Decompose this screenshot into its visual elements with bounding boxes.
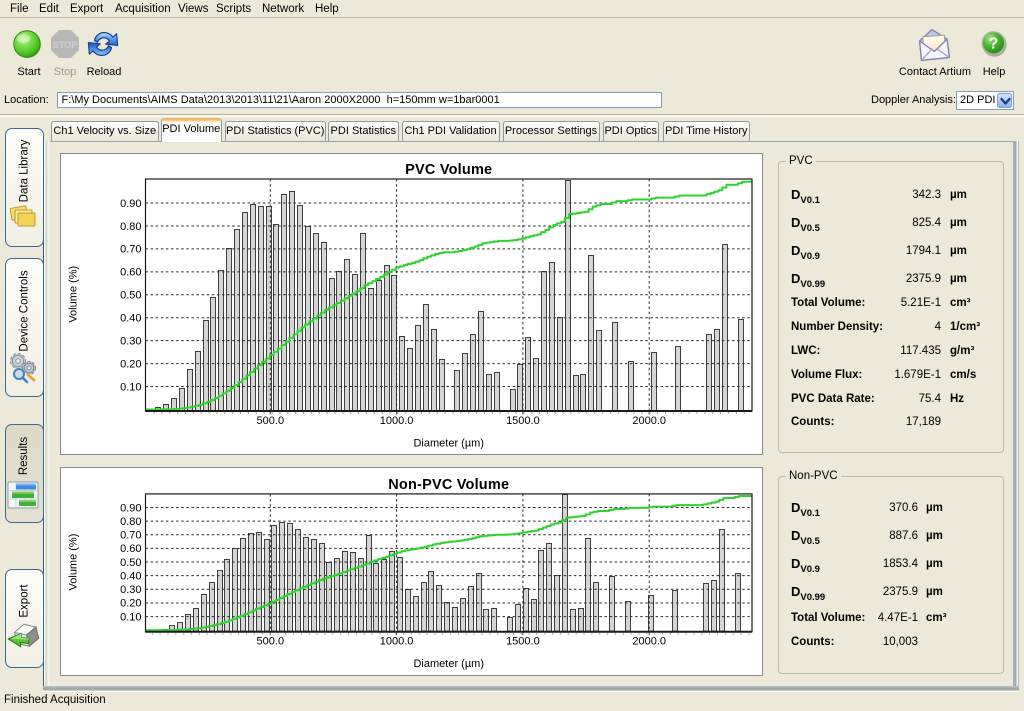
svg-text:0.30: 0.30 (120, 584, 141, 596)
svg-text:Volume (%): Volume (%) (68, 266, 80, 323)
svg-text:?: ? (989, 36, 999, 53)
svg-text:0.70: 0.70 (120, 244, 141, 256)
svg-text:0.30: 0.30 (120, 335, 141, 347)
svg-text:PVC Volume: PVC Volume (405, 162, 492, 178)
svg-text:0.20: 0.20 (120, 598, 141, 610)
svg-text:0.50: 0.50 (120, 290, 141, 302)
svg-text:Diameter (µm): Diameter (µm) (413, 438, 484, 450)
svg-text:1000.0: 1000.0 (380, 415, 414, 427)
svg-text:Diameter (µm): Diameter (µm) (413, 658, 484, 670)
svg-text:0.40: 0.40 (120, 570, 141, 582)
svg-text:0.60: 0.60 (120, 543, 141, 555)
svg-text:500.0: 500.0 (257, 415, 285, 427)
svg-text:0.50: 0.50 (120, 557, 141, 569)
svg-text:0.10: 0.10 (120, 381, 141, 393)
svg-text:0.90: 0.90 (120, 502, 141, 514)
svg-text:2000.0: 2000.0 (632, 636, 666, 648)
svg-text:1000.0: 1000.0 (380, 636, 414, 648)
svg-text:0.80: 0.80 (120, 221, 141, 233)
svg-text:500.0: 500.0 (257, 636, 285, 648)
svg-text:0.80: 0.80 (120, 516, 141, 528)
svg-text:0.10: 0.10 (120, 611, 141, 623)
svg-text:0.40: 0.40 (120, 313, 141, 325)
svg-text:1500.0: 1500.0 (506, 636, 540, 648)
svg-text:Volume (%): Volume (%) (68, 534, 80, 591)
svg-text:Non-PVC Volume: Non-PVC Volume (388, 477, 509, 493)
svg-text:0.20: 0.20 (120, 358, 141, 370)
svg-text:0.90: 0.90 (120, 198, 141, 210)
svg-text:2000.0: 2000.0 (632, 415, 666, 427)
svg-text:0.70: 0.70 (120, 530, 141, 542)
svg-text:0.60: 0.60 (120, 267, 141, 279)
svg-text:1500.0: 1500.0 (506, 415, 540, 427)
svg-text:STOP: STOP (53, 40, 77, 50)
